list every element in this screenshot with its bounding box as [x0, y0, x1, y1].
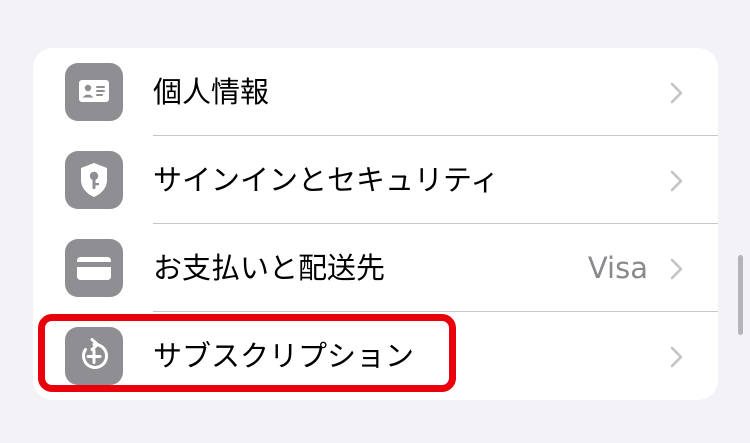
settings-row-label: 個人情報	[153, 75, 270, 109]
shield-key-icon	[65, 151, 123, 209]
chevron-right-icon	[670, 258, 683, 280]
settings-row-payment-shipping[interactable]: お支払いと配送先 Visa	[33, 224, 718, 312]
settings-row-label: お支払いと配送先	[153, 251, 386, 285]
settings-row-personal-info[interactable]: 個人情報	[33, 48, 718, 136]
payment-method-value: Visa	[587, 251, 648, 285]
settings-row-label: サインインとセキュリティ	[153, 163, 500, 197]
settings-row-signin-security[interactable]: サインインとセキュリティ	[33, 136, 718, 224]
chevron-right-icon	[670, 170, 683, 192]
highlight-box	[38, 314, 456, 392]
credit-card-icon	[65, 239, 123, 297]
scrollbar[interactable]	[738, 255, 743, 335]
id-card-icon	[65, 63, 123, 121]
chevron-right-icon	[670, 82, 683, 104]
chevron-right-icon	[670, 346, 683, 368]
